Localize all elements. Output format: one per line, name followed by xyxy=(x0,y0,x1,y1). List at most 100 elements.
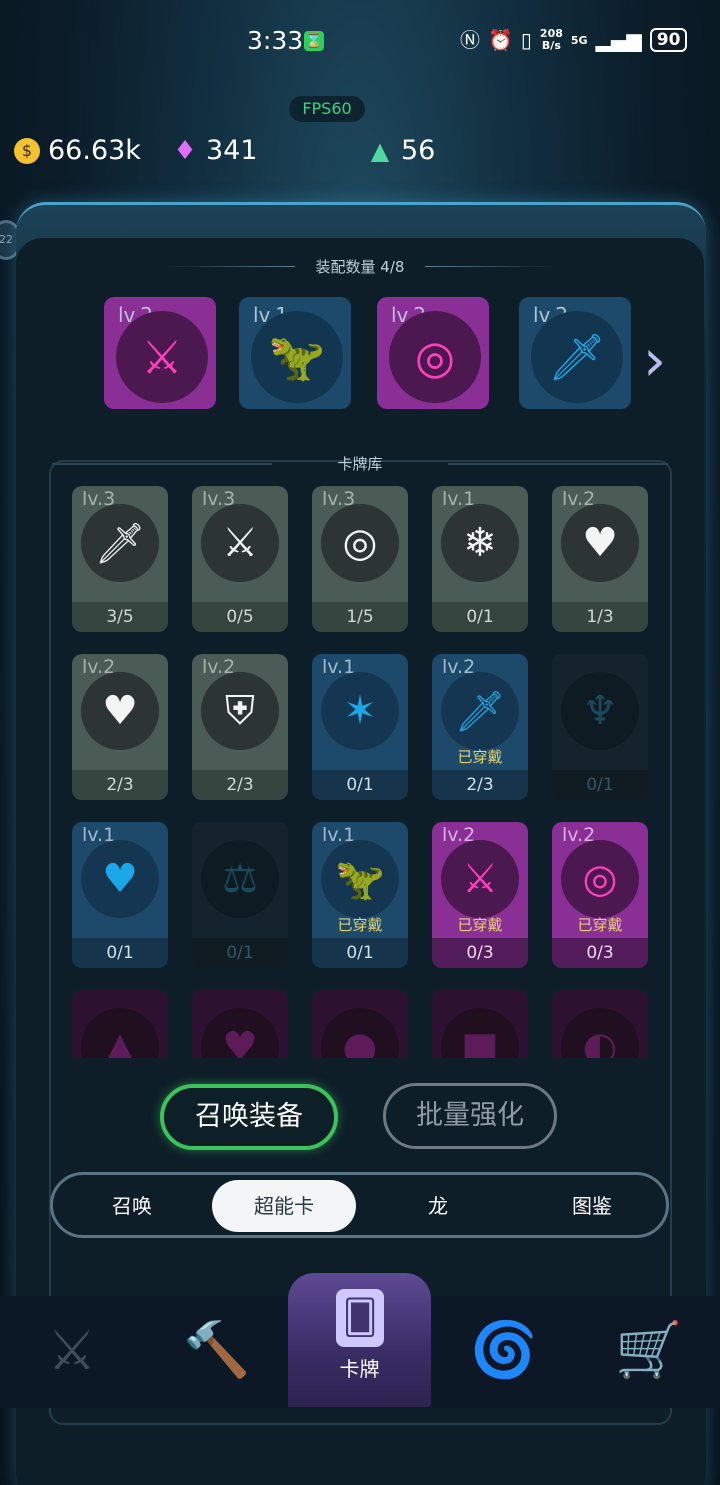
chest-icon: ■ xyxy=(441,1008,519,1058)
nav-cards[interactable]: 🂠 卡牌 xyxy=(288,1273,431,1407)
triangle-currency: ▲ 56 xyxy=(367,135,436,166)
dragon-claw-icon: ✶ xyxy=(321,672,399,750)
purple-gem-icon: ♦ xyxy=(173,135,197,166)
snowflake-icon: ❄ xyxy=(441,504,519,582)
library-card[interactable]: lv.2 ⚔ 已穿戴 0/3 xyxy=(432,822,528,968)
status-time: 3:33 xyxy=(247,26,304,55)
equip-slot[interactable]: lv.1 🦖 xyxy=(239,297,351,409)
dino-upgrade-icon: 🦖 xyxy=(321,840,399,918)
tab-summon[interactable]: 召唤 xyxy=(73,1180,191,1232)
card-count: 1/3 xyxy=(552,602,648,632)
signal-label: 5G xyxy=(570,33,588,47)
library-card[interactable]: lv.2 ◎ 已穿戴 0/3 xyxy=(552,822,648,968)
flame-icon: ▲ xyxy=(81,1008,159,1058)
gold-coin-icon: $ xyxy=(14,137,40,164)
signal-bars-icon: ▂▄▆ xyxy=(595,28,642,52)
nav-cards-label: 卡牌 xyxy=(339,1357,380,1381)
alarm-icon: ⏰ xyxy=(488,28,513,52)
library-card[interactable]: lv.3 ◎ 1/5 xyxy=(312,486,408,632)
net-speed: 208 B/s xyxy=(540,28,563,52)
gold-currency: $ 66.63k xyxy=(14,135,141,166)
next-arrow-icon[interactable]: › xyxy=(643,330,666,390)
claw-sword-icon: 🗡 xyxy=(441,672,519,750)
tab-bar: 召唤 超能卡 龙 图鉴 xyxy=(50,1172,669,1238)
card-library-title: 卡牌库 xyxy=(0,453,720,474)
card-count: 0/1 xyxy=(192,938,288,968)
batch-upgrade-button[interactable]: 批量强化 xyxy=(383,1083,557,1149)
vibrate-icon: ▯ xyxy=(520,28,532,52)
library-card[interactable]: ▲ xyxy=(72,990,168,1058)
library-card[interactable]: lv.2 ♥ 2/3 xyxy=(72,654,168,800)
card-count: 0/1 xyxy=(312,770,408,800)
worn-label: 已穿戴 xyxy=(457,748,503,766)
card-count: 2/3 xyxy=(72,770,168,800)
nfc-icon: Ⓝ xyxy=(460,28,480,52)
target-icon: ◎ xyxy=(321,504,399,582)
dino-upgrade-icon: 🦖 xyxy=(251,311,343,403)
card-count: 3/5 xyxy=(72,602,168,632)
status-bar: 3:33 ⌛ Ⓝ ⏰ ▯ 208 B/s 5G ▂▄▆ 90 xyxy=(0,22,720,60)
triangle-value: 56 xyxy=(401,135,436,166)
library-card[interactable]: lv.1 🦖 已穿戴 0/1 xyxy=(312,822,408,968)
tab-super-card[interactable]: 超能卡 xyxy=(212,1180,356,1232)
library-card[interactable]: lv.3 🗡 3/5 xyxy=(72,486,168,632)
equip-slot[interactable]: lv.2 🗡 xyxy=(519,297,631,409)
library-card[interactable]: lv.2 ⛨ 2/3 xyxy=(192,654,288,800)
gem-currency: ♦ 341 xyxy=(172,135,258,166)
library-card[interactable]: lv.3 ⚔ 0/5 xyxy=(192,486,288,632)
card-count: 0/3 xyxy=(552,938,648,968)
hammer-icon[interactable]: 🔨 xyxy=(172,1300,262,1400)
target-upgrade-icon: ◎ xyxy=(561,840,639,918)
net-speed-unit: B/s xyxy=(541,39,561,52)
card-count: 2/3 xyxy=(192,770,288,800)
double-heart-plus-icon: ♥ xyxy=(81,840,159,918)
library-card[interactable]: ◐ xyxy=(552,990,648,1058)
library-card[interactable]: lv.2 🗡 已穿戴 2/3 xyxy=(432,654,528,800)
swirl-icon[interactable]: 🌀 xyxy=(459,1300,549,1400)
equip-slot[interactable]: lv.2 ⚔ xyxy=(104,297,216,409)
card-count: 0/5 xyxy=(192,602,288,632)
card-count: 0/1 xyxy=(312,938,408,968)
slash-upgrade-icon: ◐ xyxy=(561,1008,639,1058)
claw-sword-icon: 🗡 xyxy=(531,311,623,403)
heart-plus-icon: ♥ xyxy=(81,672,159,750)
green-triangle-icon: ▲ xyxy=(370,136,390,165)
library-card[interactable]: ● xyxy=(312,990,408,1058)
cart-icon[interactable]: 🛒 xyxy=(604,1300,694,1400)
worn-label: 已穿戴 xyxy=(337,916,383,934)
card-count: 0/3 xyxy=(432,938,528,968)
fps-counter: FPS60 xyxy=(289,96,365,122)
card-grid: lv.3 🗡 3/5 lv.3 ⚔ 0/5 lv.3 ◎ 1/5 lv.1 ❄ 0/1 lv.2 ♥ 1/3… xyxy=(72,486,652,1058)
library-card[interactable]: lv.1 ✶ 0/1 xyxy=(312,654,408,800)
library-card[interactable]: lv.2 ♥ 1/3 xyxy=(552,486,648,632)
hourglass-icon: ⌛ xyxy=(304,31,324,51)
target-upgrade-icon: ◎ xyxy=(389,311,481,403)
crossed-swords-icon[interactable]: ⚔ xyxy=(27,1300,117,1400)
card-count: 1/5 xyxy=(312,602,408,632)
tab-dragon[interactable]: 龙 xyxy=(379,1180,497,1232)
circle-icon: ● xyxy=(321,1008,399,1058)
equip-slot[interactable]: lv.2 ◎ xyxy=(377,297,489,409)
card-count: 0/1 xyxy=(552,770,648,800)
broken-heart-icon: ♥ xyxy=(201,1008,279,1058)
tab-codex[interactable]: 图鉴 xyxy=(533,1180,651,1232)
worn-label: 已穿戴 xyxy=(457,916,503,934)
library-card[interactable]: ♥ xyxy=(192,990,288,1058)
library-card[interactable]: lv.1 ❄ 0/1 xyxy=(432,486,528,632)
worn-label: 已穿戴 xyxy=(577,916,623,934)
gold-value: 66.63k xyxy=(48,135,141,166)
equip-count-title: 装配数量 4/8 xyxy=(0,256,720,277)
summon-equip-button[interactable]: 召唤装备 xyxy=(160,1084,338,1150)
slash-attack-icon: ⚔ xyxy=(116,311,208,403)
library-card[interactable]: ♆ 0/1 xyxy=(552,654,648,800)
battery-indicator: 90 xyxy=(649,28,688,52)
gem-value: 341 xyxy=(206,135,258,166)
slash-attack-icon: ⚔ xyxy=(201,504,279,582)
library-card[interactable]: lv.1 ♥ 0/1 xyxy=(72,822,168,968)
cards-icon: 🂠 xyxy=(336,1289,384,1347)
shield-plus-icon: ⛨ xyxy=(201,672,279,750)
slash-attack-icon: ⚔ xyxy=(441,840,519,918)
card-count: 0/1 xyxy=(432,602,528,632)
library-card[interactable]: ⚖ 0/1 xyxy=(192,822,288,968)
library-card[interactable]: ■ xyxy=(432,990,528,1058)
